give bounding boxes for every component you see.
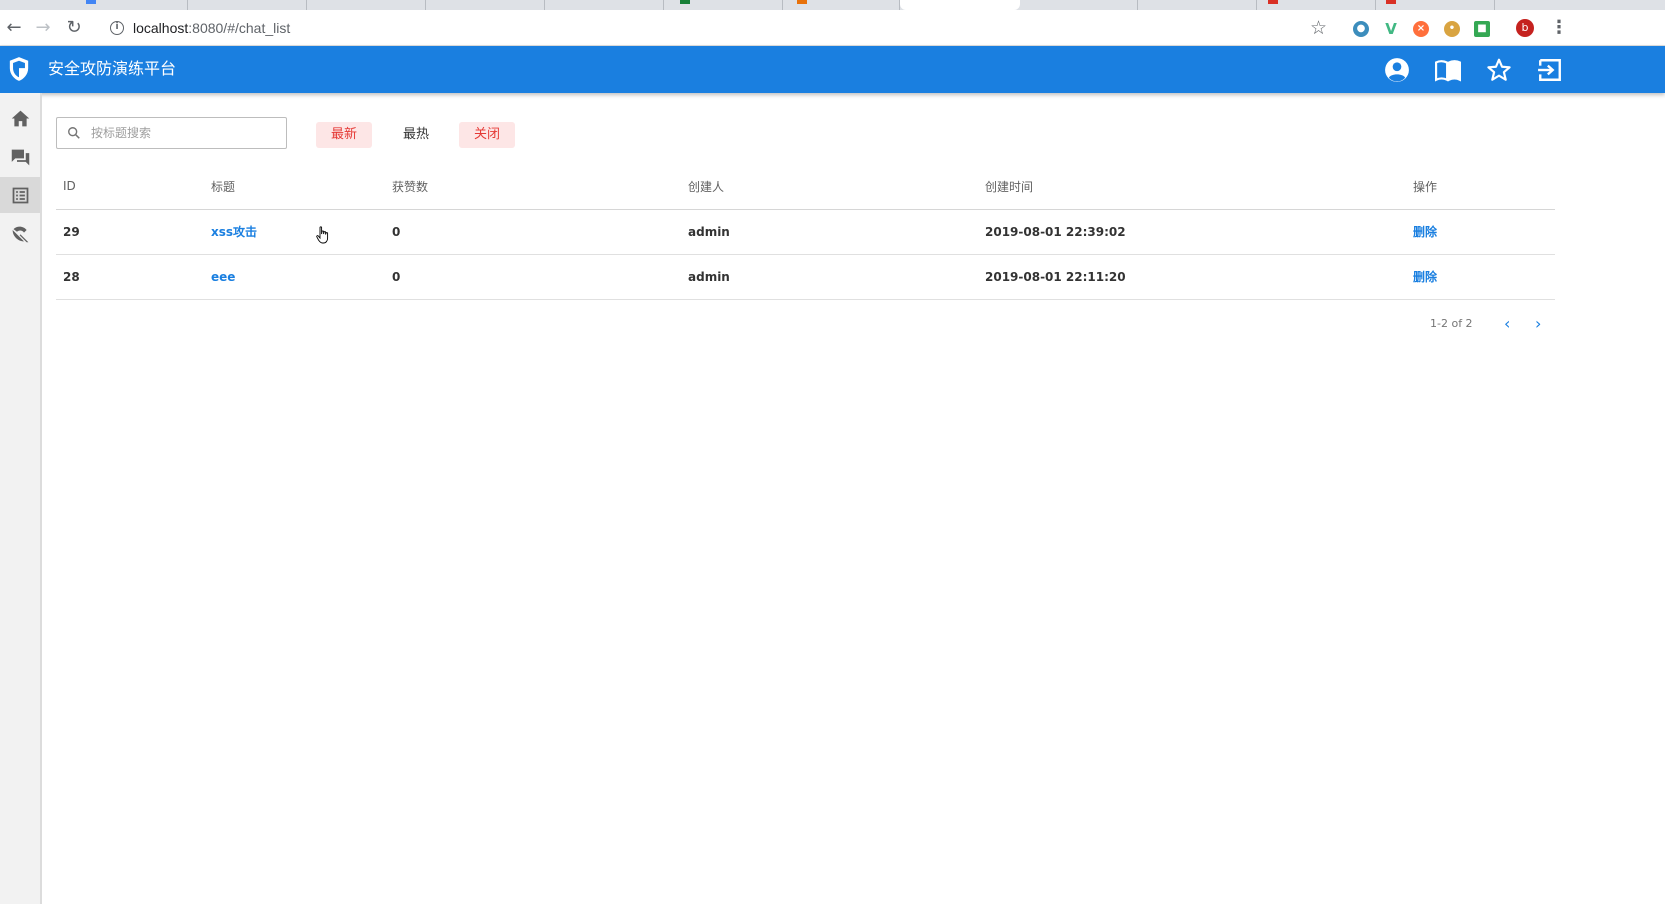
cell-creator: admin [681, 209, 978, 255]
browser-tab[interactable] [1138, 0, 1257, 10]
extension-color-icon[interactable]: ■ [1474, 21, 1490, 37]
cell-created-time: 2019-08-01 22:11:20 [978, 254, 1406, 300]
forum-icon [11, 149, 29, 165]
column-header-title[interactable]: 标题 [204, 164, 385, 210]
browser-tab-strip [0, 0, 1665, 10]
back-arrow-icon[interactable]: ← [2, 16, 26, 40]
side-nav [0, 93, 42, 904]
filter-closed-button[interactable]: 关闭 [459, 122, 516, 148]
chevron-left-icon[interactable]: ‹ [1504, 314, 1510, 334]
column-header-created-time[interactable]: 创建时间 [978, 164, 1406, 210]
search-box[interactable] [56, 117, 287, 149]
browser-tab[interactable] [188, 0, 307, 10]
site-info-icon[interactable]: i [110, 21, 124, 35]
search-icon [68, 127, 80, 139]
browser-tab[interactable] [426, 0, 545, 10]
cell-id: 28 [56, 254, 204, 300]
book-icon[interactable] [1435, 57, 1461, 83]
browser-tab[interactable] [1020, 0, 1138, 10]
tab-favicon [680, 0, 690, 4]
satellite-dish-icon [12, 226, 28, 242]
bookmark-star-icon[interactable]: ☆ [1310, 17, 1327, 39]
forward-arrow-icon[interactable]: → [31, 16, 55, 40]
home-icon [11, 110, 29, 126]
cell-created-time: 2019-08-01 22:39:02 [978, 209, 1406, 255]
list-icon [12, 187, 28, 203]
extension-vue-icon[interactable]: V [1383, 21, 1399, 37]
tab-favicon [797, 0, 807, 4]
logout-icon[interactable] [1537, 57, 1563, 83]
profile-avatar[interactable]: b [1516, 19, 1534, 37]
table-row: 28 eee 0 admin 2019-08-01 22:11:20 删除 [56, 254, 1555, 300]
account-circle-icon[interactable] [1384, 57, 1410, 83]
pagination: 1-2 of 2 ‹ › [1428, 314, 1548, 334]
chat-table: ID 标题 获赞数 创建人 创建时间 操作 29 xss攻击 0 admin 2… [56, 164, 1555, 300]
nav-list[interactable] [0, 177, 40, 213]
url-host: localhost [133, 20, 189, 36]
app-title: 安全攻防演练平台 [48, 59, 177, 78]
browser-tab[interactable] [307, 0, 426, 10]
title-link[interactable]: eee [211, 270, 235, 284]
address-bar[interactable]: i localhost:8080/#/chat_list [110, 18, 290, 38]
column-header-likes[interactable]: 获赞数 [385, 164, 681, 210]
star-icon[interactable] [1486, 57, 1512, 83]
search-input[interactable] [91, 126, 271, 140]
app-header: 安全攻防演练平台 [0, 46, 1665, 93]
reload-icon[interactable]: ↻ [62, 16, 86, 40]
browser-toolbar: ← → ↻ i localhost:8080/#/chat_list ☆ ● V… [0, 10, 1665, 46]
shield-logo-icon [9, 57, 29, 81]
table-row: 29 xss攻击 0 admin 2019-08-01 22:39:02 删除 [56, 209, 1555, 255]
cell-likes: 0 [385, 209, 681, 255]
nav-forum[interactable] [0, 139, 40, 175]
column-header-actions: 操作 [1406, 164, 1555, 210]
tab-favicon [1268, 0, 1278, 4]
main-content: 最新 最热 关闭 ID 标题 获赞数 创建人 创建时间 操作 29 xss攻击 … [44, 96, 1665, 904]
filter-hottest-button[interactable]: 最热 [388, 122, 444, 148]
nav-attack[interactable] [0, 215, 40, 251]
chevron-right-icon[interactable]: › [1535, 314, 1541, 334]
filter-latest-button[interactable]: 最新 [316, 122, 373, 148]
pagination-summary: 1-2 of 2 [1430, 317, 1473, 330]
delete-link[interactable]: 删除 [1413, 270, 1437, 284]
extension-cookie-icon[interactable]: • [1444, 21, 1460, 37]
hand-cursor-icon [316, 226, 329, 244]
tab-favicon [1386, 0, 1396, 4]
extension-globe-icon[interactable]: ● [1353, 21, 1369, 37]
browser-tab-active[interactable] [900, 0, 1020, 10]
browser-tab[interactable] [545, 0, 664, 10]
column-header-id[interactable]: ID [56, 164, 204, 210]
cell-likes: 0 [385, 254, 681, 300]
browser-menu-icon[interactable]: ⋮ [1550, 18, 1568, 38]
nav-home[interactable] [0, 100, 40, 136]
extension-orange-icon[interactable]: × [1413, 21, 1429, 37]
cell-id: 29 [56, 209, 204, 255]
tab-favicon [86, 0, 96, 4]
cell-creator: admin [681, 254, 978, 300]
table-header-row: ID 标题 获赞数 创建人 创建时间 操作 [56, 164, 1555, 210]
column-header-creator[interactable]: 创建人 [681, 164, 978, 210]
delete-link[interactable]: 删除 [1413, 225, 1437, 239]
url-path: :8080/#/chat_list [188, 20, 291, 36]
title-link[interactable]: xss攻击 [211, 225, 257, 239]
